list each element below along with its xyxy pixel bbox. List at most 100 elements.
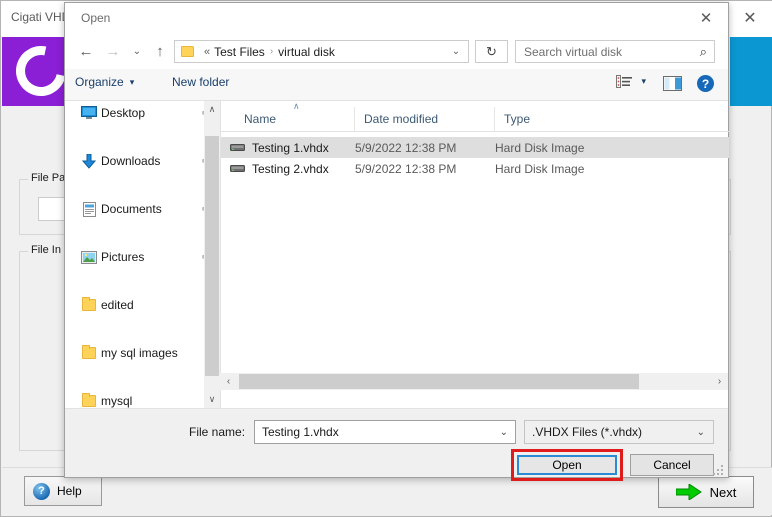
- nav-item-my-sql-images[interactable]: my sql images: [65, 341, 220, 365]
- file-name-cell: Testing 2.vhdx: [221, 162, 355, 176]
- downloads-icon: [81, 153, 97, 169]
- nav-item-mysql[interactable]: mysql: [65, 389, 220, 408]
- back-button[interactable]: ←: [75, 40, 97, 62]
- app-logo-panel: [2, 37, 66, 106]
- help-button-label: Help: [57, 484, 82, 498]
- file-list-horizontal-scrollbar[interactable]: ‹ ›: [220, 373, 728, 390]
- refresh-button[interactable]: ↻: [475, 40, 508, 63]
- new-folder-button[interactable]: New folder: [172, 75, 229, 89]
- search-input[interactable]: Search virtual disk ⌕: [515, 40, 715, 63]
- file-name-cell: Testing 1.vhdx: [221, 141, 355, 155]
- nav-item-label: mysql: [101, 394, 133, 408]
- open-file-dialog: Open ✕ ← → ⌄ ↑ « Test Files › virtual di…: [64, 2, 729, 481]
- scrollbar-thumb[interactable]: [239, 374, 639, 389]
- hard-disk-icon: [230, 144, 245, 151]
- dialog-body: Desktop ✐ Downloads ✐ Documents ✐: [65, 101, 729, 408]
- dialog-close-button[interactable]: ✕: [684, 3, 728, 33]
- column-header-name[interactable]: Name: [235, 106, 355, 132]
- file-date-cell: 5/9/2022 12:38 PM: [355, 140, 457, 155]
- breadcrumb-test-files[interactable]: Test Files: [214, 45, 265, 59]
- organize-label: Organize: [75, 75, 124, 89]
- cigati-logo-icon: [6, 37, 66, 106]
- search-icon: ⌕: [699, 43, 707, 59]
- desktop-icon: [81, 105, 97, 121]
- file-name-value: Testing 1.vhdx: [262, 425, 339, 439]
- documents-icon: [81, 201, 97, 217]
- chevron-down-icon[interactable]: ⌄: [444, 41, 468, 62]
- help-button[interactable]: ? Help: [24, 476, 102, 506]
- chevron-down-icon[interactable]: ⌄: [697, 427, 705, 438]
- dialog-footer: File name: Testing 1.vhdx ⌄ .VHDX Files …: [65, 408, 728, 481]
- dialog-title: Open: [81, 11, 111, 25]
- next-button[interactable]: Next: [658, 476, 754, 508]
- next-button-label: Next: [709, 484, 737, 500]
- forward-button[interactable]: →: [102, 40, 124, 62]
- breadcrumb-separator-icon: ›: [269, 46, 274, 57]
- nav-item-label: Pictures: [101, 250, 145, 264]
- chevron-down-icon[interactable]: ⌄: [500, 427, 508, 438]
- resize-grip[interactable]: [713, 463, 725, 475]
- scroll-up-icon[interactable]: ∧: [204, 101, 220, 118]
- nav-pane-scrollbar[interactable]: ∧ ∨: [204, 101, 220, 408]
- folder-icon: [81, 393, 97, 408]
- open-button[interactable]: Open: [517, 455, 617, 475]
- nav-item-label: Desktop: [101, 106, 146, 120]
- scroll-down-icon[interactable]: ∨: [204, 391, 220, 408]
- navigation-row: ← → ⌄ ↑ « Test Files › virtual disk ⌄ ↻ …: [65, 33, 728, 69]
- address-bar[interactable]: « Test Files › virtual disk ⌄: [174, 40, 469, 63]
- scroll-left-icon[interactable]: ‹: [220, 373, 237, 390]
- hard-disk-icon: [230, 165, 245, 172]
- preview-pane-icon[interactable]: [663, 76, 682, 91]
- cancel-button[interactable]: Cancel: [630, 454, 714, 476]
- folder-icon: [181, 46, 194, 57]
- view-options-button[interactable]: ▾: [616, 75, 646, 88]
- help-icon: ?: [33, 482, 50, 500]
- column-header-type[interactable]: Type: [495, 107, 635, 132]
- nav-item-desktop[interactable]: Desktop ✐: [65, 101, 220, 125]
- up-button[interactable]: ↑: [149, 40, 171, 62]
- file-list-header: Name Date modified Type: [221, 106, 729, 132]
- pictures-icon: [81, 249, 97, 265]
- dialog-titlebar: Open ✕: [65, 3, 728, 33]
- organize-button[interactable]: Organize ▾: [75, 75, 134, 89]
- file-name-text: Testing 2.vhdx: [252, 161, 329, 176]
- navigation-pane: Desktop ✐ Downloads ✐ Documents ✐: [65, 101, 220, 408]
- file-type-select[interactable]: .VHDX Files (*.vhdx) ⌄: [524, 420, 714, 444]
- nav-item-downloads[interactable]: Downloads ✐: [65, 149, 220, 173]
- nav-item-label: my sql images: [101, 346, 178, 360]
- column-header-date-modified[interactable]: Date modified: [355, 106, 495, 132]
- file-name-label: File name:: [189, 425, 246, 439]
- breadcrumb-overflow-icon[interactable]: «: [204, 46, 210, 58]
- nav-item-label: edited: [101, 298, 134, 312]
- file-path-label: File Pa: [28, 172, 69, 184]
- file-name-text: Testing 1.vhdx: [252, 140, 329, 155]
- chevron-down-icon: ▾: [641, 76, 646, 86]
- recent-locations-button[interactable]: ⌄: [126, 40, 148, 62]
- table-row[interactable]: Testing 1.vhdx 5/9/2022 12:38 PM Hard Di…: [221, 137, 729, 158]
- view-list-icon: [616, 75, 633, 88]
- app-banner-accent: [730, 37, 772, 106]
- nav-item-label: Downloads: [101, 154, 161, 168]
- file-type-cell: Hard Disk Image: [495, 140, 585, 155]
- nav-item-pictures[interactable]: Pictures ✐: [65, 245, 220, 269]
- nav-item-documents[interactable]: Documents ✐: [65, 197, 220, 221]
- scroll-right-icon[interactable]: ›: [711, 373, 728, 390]
- breadcrumb-virtual-disk[interactable]: virtual disk: [278, 45, 335, 59]
- search-placeholder: Search virtual disk: [524, 44, 623, 59]
- chevron-down-icon: ▾: [129, 76, 135, 87]
- app-title: Cigati VHD: [11, 10, 71, 24]
- nav-item-label: Documents: [101, 202, 162, 216]
- scrollbar-thumb[interactable]: [205, 136, 219, 376]
- file-list-view: ∧ Name Date modified Type Testing 1.vhdx…: [220, 101, 729, 408]
- dialog-help-icon[interactable]: ?: [697, 75, 714, 92]
- right-arrow-icon: [675, 484, 702, 500]
- folder-icon: [81, 297, 97, 313]
- table-row[interactable]: Testing 2.vhdx 5/9/2022 12:38 PM Hard Di…: [221, 158, 729, 179]
- file-name-input[interactable]: Testing 1.vhdx ⌄: [254, 420, 516, 444]
- nav-item-edited[interactable]: edited: [65, 293, 220, 317]
- app-close-button[interactable]: ✕: [735, 5, 765, 31]
- file-type-cell: Hard Disk Image: [495, 161, 585, 176]
- file-type-value: .VHDX Files (*.vhdx): [532, 425, 643, 439]
- folder-icon: [81, 345, 97, 361]
- command-bar: Organize ▾ New folder ▾ ?: [65, 69, 728, 101]
